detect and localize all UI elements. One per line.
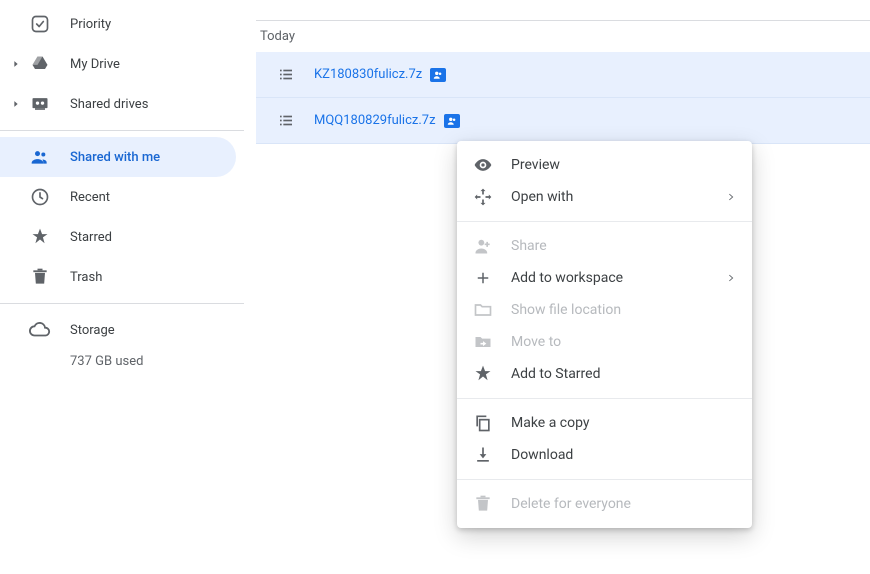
main-panel: Today KZ180830fulicz.7z MQQ180829fulicz.…	[256, 0, 870, 144]
menu-download[interactable]: Download	[457, 439, 752, 471]
shared-badge-icon	[444, 114, 460, 128]
sidebar-item-shared-with-me[interactable]: Shared with me	[0, 137, 236, 177]
menu-divider	[457, 398, 752, 399]
folder-icon	[473, 300, 493, 320]
sidebar: Priority My Drive Shared drives Shared w…	[0, 0, 244, 369]
trash-icon	[473, 494, 493, 514]
menu-label: Download	[511, 447, 573, 463]
chevron-right-icon	[726, 273, 736, 283]
open-with-icon	[473, 187, 493, 207]
chevron-right-icon	[8, 59, 24, 69]
menu-label: Add to workspace	[511, 270, 623, 286]
plus-icon	[473, 268, 493, 288]
sidebar-item-storage[interactable]: Storage	[0, 310, 244, 350]
chevron-right-icon	[8, 99, 24, 109]
menu-label: Delete for everyone	[511, 496, 631, 512]
people-icon	[28, 145, 52, 169]
folder-move-icon	[473, 332, 493, 352]
eye-icon	[473, 155, 493, 175]
menu-divider	[457, 221, 752, 222]
clock-icon	[28, 185, 52, 209]
divider	[0, 303, 244, 304]
menu-add-workspace[interactable]: Add to workspace	[457, 262, 752, 294]
menu-preview[interactable]: Preview	[457, 149, 752, 181]
menu-open-with[interactable]: Open with	[457, 181, 752, 213]
menu-divider	[457, 479, 752, 480]
cloud-icon	[28, 318, 52, 342]
storage-label: Storage	[70, 323, 115, 338]
shared-badge-icon	[430, 68, 446, 82]
sidebar-item-shared-drives[interactable]: Shared drives	[0, 84, 236, 124]
sidebar-label: My Drive	[70, 57, 120, 72]
menu-show-location: Show file location	[457, 294, 752, 326]
file-name: MQQ180829fulicz.7z	[314, 113, 436, 128]
drive-icon	[28, 52, 52, 76]
menu-label: Show file location	[511, 302, 621, 318]
menu-label: Add to Starred	[511, 366, 600, 382]
file-row[interactable]: KZ180830fulicz.7z	[256, 52, 870, 98]
sidebar-item-my-drive[interactable]: My Drive	[0, 44, 236, 84]
archive-icon	[276, 111, 296, 131]
chevron-right-icon	[726, 192, 736, 202]
trash-icon	[28, 265, 52, 289]
star-icon	[28, 225, 52, 249]
priority-icon	[28, 12, 52, 36]
menu-label: Move to	[511, 334, 561, 350]
sidebar-label: Starred	[70, 230, 112, 245]
menu-label: Make a copy	[511, 415, 590, 431]
menu-share: Share	[457, 230, 752, 262]
file-name: KZ180830fulicz.7z	[314, 67, 422, 82]
menu-make-copy[interactable]: Make a copy	[457, 407, 752, 439]
divider	[0, 130, 244, 131]
download-icon	[473, 445, 493, 465]
sidebar-label: Shared with me	[70, 150, 160, 165]
menu-label: Preview	[511, 157, 560, 173]
sidebar-label: Trash	[70, 270, 102, 285]
sidebar-label: Priority	[70, 17, 111, 32]
menu-add-starred[interactable]: Add to Starred	[457, 358, 752, 390]
archive-icon	[276, 65, 296, 85]
file-row[interactable]: MQQ180829fulicz.7z	[256, 98, 870, 144]
sidebar-item-starred[interactable]: Starred	[0, 217, 236, 257]
copy-icon	[473, 413, 493, 433]
person-add-icon	[473, 236, 493, 256]
star-icon	[473, 364, 493, 384]
menu-label: Open with	[511, 189, 573, 205]
sidebar-item-trash[interactable]: Trash	[0, 257, 236, 297]
sidebar-item-priority[interactable]: Priority	[0, 4, 236, 44]
section-header: Today	[256, 20, 870, 52]
menu-move-to: Move to	[457, 326, 752, 358]
sidebar-label: Recent	[70, 190, 110, 205]
storage-used: 737 GB used	[0, 354, 244, 369]
menu-label: Share	[511, 238, 547, 254]
context-menu: Preview Open with Share Add to workspace…	[457, 141, 752, 528]
menu-delete-everyone: Delete for everyone	[457, 488, 752, 520]
sidebar-label: Shared drives	[70, 97, 148, 112]
sidebar-item-recent[interactable]: Recent	[0, 177, 236, 217]
shared-drives-icon	[28, 92, 52, 116]
